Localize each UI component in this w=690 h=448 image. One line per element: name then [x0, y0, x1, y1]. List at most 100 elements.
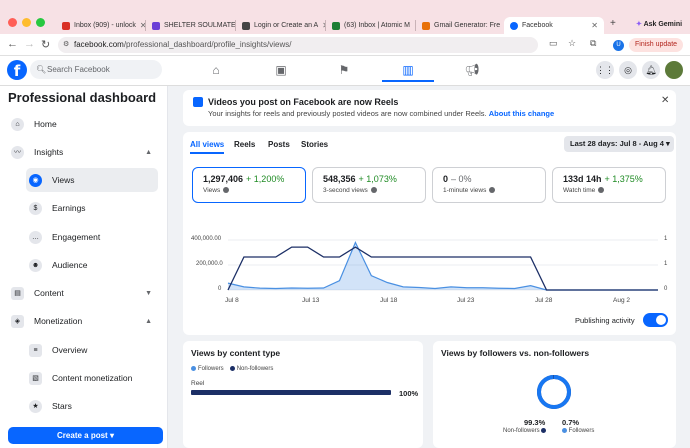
series-area-fill	[228, 242, 658, 290]
url-field[interactable]: ⚙ facebook.com/professional_dashboard/pr…	[58, 37, 538, 53]
info-icon[interactable]	[489, 187, 496, 194]
close-window-button[interactable]	[8, 18, 17, 27]
stars-icon: ★	[29, 399, 42, 413]
overview-icon: ≡	[29, 343, 42, 357]
metric-value: 133d 14h	[563, 174, 602, 184]
section-title: Views by followers vs. non-followers	[441, 348, 590, 358]
followers-label: Followers	[562, 428, 594, 434]
window-controls	[8, 18, 45, 27]
back-icon[interactable]: ←	[7, 38, 18, 50]
tab-reels[interactable]: Reels	[234, 140, 255, 149]
reload-icon[interactable]: ↻	[41, 38, 50, 51]
minimize-window-button[interactable]	[22, 18, 31, 27]
browser-tab[interactable]: (63) Inbox | Atomic M✕	[326, 17, 416, 34]
finish-update-button[interactable]: Finish update	[629, 38, 684, 52]
sidebar-item-monetization[interactable]: ◈ Monetization ▲	[8, 309, 158, 333]
x-tick-label: Jul 28	[535, 297, 553, 304]
info-icon[interactable]	[598, 187, 605, 194]
messenger-icon[interactable]: ◎	[619, 61, 637, 79]
metric-value: 1,297,406	[203, 174, 244, 184]
facebook-logo[interactable]: f	[7, 60, 27, 80]
sidebar-item-overview[interactable]: ≡ Overview	[26, 338, 158, 362]
nav-pages-flag-icon[interactable]: ⚑	[318, 60, 370, 82]
sidebar-item-content-monetization[interactable]: ▧ Content monetization	[26, 366, 158, 390]
x-tick-label: Jul 23	[457, 297, 475, 304]
tab-all-views[interactable]: All views	[190, 140, 225, 154]
sidebar-item-views[interactable]: ◉ Views	[26, 168, 158, 192]
profile-avatar[interactable]: U	[613, 40, 624, 51]
x-tick-label: Jul 13	[302, 297, 320, 304]
sidebar-item-label: Views	[52, 175, 75, 185]
tab-title: Facebook	[522, 22, 553, 29]
browser-tab[interactable]: Login or Create an A✕	[236, 17, 326, 34]
content-monetization-icon: ▧	[29, 371, 42, 385]
cast-icon[interactable]: ▭	[549, 38, 558, 49]
metric-label: Watch time	[563, 187, 596, 194]
legend-dot	[562, 428, 567, 433]
browser-tab[interactable]: SHELTER SOULMATE✕	[146, 17, 236, 34]
tab-title: Inbox (909) - unlock	[74, 22, 136, 29]
new-tab-icon[interactable]: +	[610, 18, 616, 29]
forward-icon[interactable]: →	[24, 38, 35, 50]
chevron-down-icon: ▾	[666, 139, 670, 148]
date-range-dropdown[interactable]: Last 28 days: Jul 8 - Aug 4 ▾	[564, 136, 674, 152]
site-info-icon[interactable]: ⚙	[63, 37, 69, 53]
sidebar-item-home[interactable]: ⌂ Home	[8, 112, 158, 136]
legend-non-followers: Non-followers	[229, 366, 273, 372]
sidebar-item-insights[interactable]: 〰 Insights ▲	[8, 140, 158, 164]
ask-gemini-button[interactable]: ✦ Ask Gemini	[636, 20, 682, 28]
sidebar-item-label: Insights	[34, 147, 64, 157]
menu-grid-icon[interactable]: ⋮⋮	[596, 61, 614, 79]
x-tick-label: Jul 8	[225, 297, 239, 304]
sidebar-item-content[interactable]: ▤ Content ▼	[8, 281, 158, 305]
metric-card-views[interactable]: 1,297,406 + 1,200% Views	[192, 167, 306, 203]
account-avatar[interactable]	[665, 61, 683, 79]
browser-tab[interactable]: Gmail Generator: Fre✕	[416, 17, 506, 34]
maximize-window-button[interactable]	[36, 18, 45, 27]
metric-label: Views	[203, 187, 221, 194]
tab-posts[interactable]: Posts	[268, 140, 290, 149]
notifications-bell-icon[interactable]: 🔔︎	[642, 61, 660, 79]
nav-ads-megaphone-icon[interactable]: 📢︎	[446, 60, 498, 82]
sidebar-item-engagement[interactable]: … Engagement	[26, 225, 158, 249]
create-post-button[interactable]: Create a post ▾	[8, 427, 163, 444]
site-favicon-icon	[242, 21, 250, 30]
monetization-icon: ◈	[11, 314, 24, 328]
info-icon[interactable]	[223, 187, 230, 194]
extensions-icon[interactable]: ⧉	[590, 38, 596, 49]
nav-watch-icon[interactable]: ▣	[255, 60, 307, 82]
metric-card-watch-time[interactable]: 133d 14h + 1,375% Watch time	[552, 167, 666, 203]
publishing-activity-toggle[interactable]	[643, 313, 668, 327]
dollar-icon: $	[29, 201, 42, 215]
legend-dot	[191, 366, 196, 371]
banner-subtitle: Your insights for reels and previously p…	[208, 109, 554, 118]
tab-stories[interactable]: Stories	[301, 140, 328, 149]
nav-dashboard-icon[interactable]: ▥	[382, 60, 434, 82]
page-title: Professional dashboard	[8, 90, 157, 105]
sidebar-item-label: Earnings	[52, 203, 86, 213]
bookmark-star-icon[interactable]: ☆	[568, 38, 576, 49]
sidebar-item-label: Stars	[52, 401, 72, 411]
sidebar-item-earnings[interactable]: $ Earnings	[26, 196, 158, 220]
close-tab-icon[interactable]: ✕	[591, 21, 598, 30]
metric-card-1min-views[interactable]: 0– 0% 1-minute views	[432, 167, 546, 203]
tab-title: Gmail Generator: Fre	[434, 22, 501, 29]
nav-home-icon[interactable]: ⌂	[190, 60, 242, 82]
browser-tab-active[interactable]: Facebook ✕	[504, 17, 604, 34]
sidebar-item-audience[interactable]: ☻ Audience	[26, 253, 158, 277]
x-tick-label: Jul 18	[380, 297, 398, 304]
sidebar-item-stars[interactable]: ★ Stars	[26, 394, 158, 418]
browser-tab[interactable]: Inbox (909) - unlock ✕	[56, 17, 146, 34]
tab-title: (63) Inbox | Atomic M	[344, 22, 411, 29]
metric-card-3s-views[interactable]: 548,356 + 1,073% 3-second views	[312, 167, 426, 203]
about-this-change-link[interactable]: About this change	[489, 109, 554, 118]
legend-followers: Followers	[191, 366, 224, 372]
legend-label: Followers	[568, 428, 595, 435]
metric-change: – 0%	[451, 174, 472, 184]
tab-title: SHELTER SOULMATE	[164, 22, 236, 29]
insights-icon: 〰	[11, 145, 24, 159]
close-banner-icon[interactable]: ✕	[661, 95, 669, 106]
search-facebook-input[interactable]: 🔍︎ Search Facebook	[30, 60, 162, 79]
date-range-label: Last 28 days: Jul 8 - Aug 4	[570, 139, 664, 148]
info-icon[interactable]	[370, 187, 377, 194]
